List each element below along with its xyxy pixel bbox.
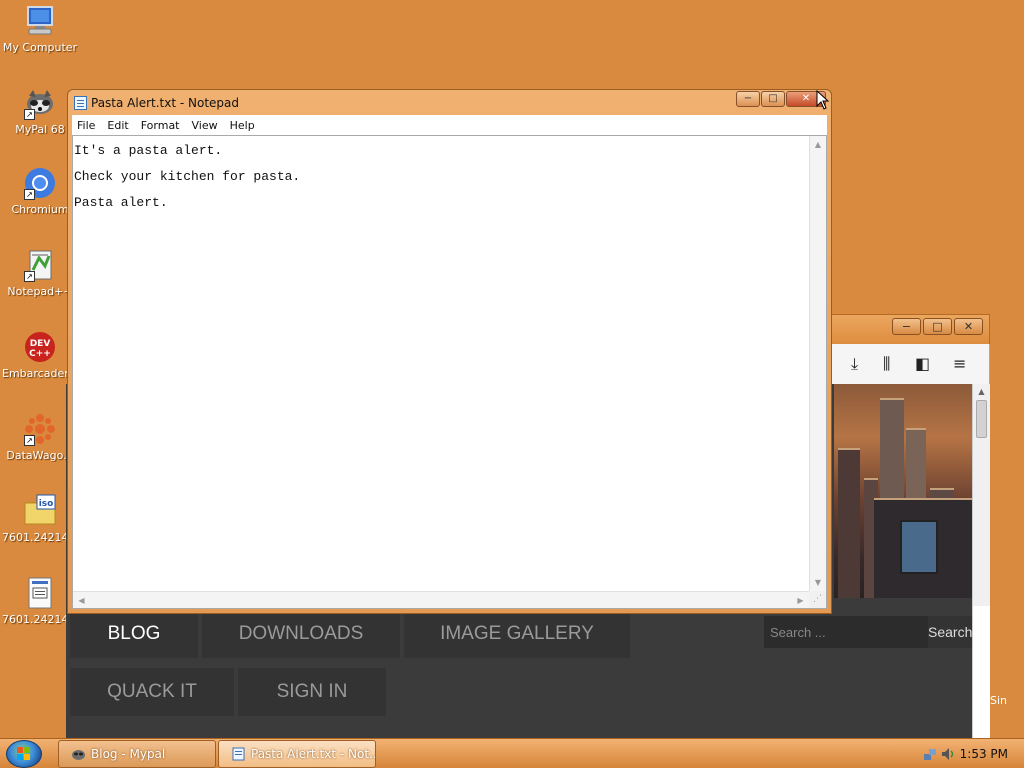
menu-bar: File Edit Format View Help [72,115,827,135]
side-text: Sin [990,694,1008,707]
chromium-icon: ↗ [23,166,57,200]
scroll-left-arrow-icon[interactable]: ◀ [73,592,90,609]
notepad-window[interactable]: Pasta Alert.txt - Notepad − □ ✕ File Edi… [67,89,832,614]
text-editor[interactable]: It's a pasta alert. Check your kitchen f… [72,135,827,609]
shortcut-arrow-icon: ↗ [24,271,35,282]
site-search-input[interactable] [764,616,928,648]
document-text[interactable]: It's a pasta alert. Check your kitchen f… [74,138,300,216]
nav-quack-it[interactable]: QUACK IT [70,668,234,716]
shortcut-arrow-icon: ↗ [24,189,35,200]
browser-scrollbar[interactable]: ▲ [972,384,990,740]
svg-text:iso: iso [39,499,54,509]
mypal-icon [72,750,85,760]
desktop-icon-label: My Computer [2,41,78,54]
svg-text:DEV: DEV [30,339,51,349]
volume-icon[interactable] [940,746,956,762]
mouse-cursor-icon [816,90,830,110]
nav-sign-in[interactable]: SIGN IN [238,668,386,716]
iso-file-icon: iso [23,494,57,528]
nav-downloads[interactable]: DOWNLOADS [202,610,400,658]
devcpp-icon: DEV C++ [23,330,57,364]
scroll-right-arrow-icon[interactable]: ▶ [792,592,809,609]
menu-file[interactable]: File [77,119,95,132]
datawagon-icon: ↗ [23,412,57,446]
taskbar-item-label: Blog - Mypal [91,747,166,761]
taskbar: Blog - Mypal Pasta Alert.txt - Not... 1:… [0,738,1024,768]
menu-view[interactable]: View [192,119,218,132]
scrollbar-thumb[interactable] [976,400,987,438]
scroll-up-arrow-icon[interactable]: ▲ [810,136,826,153]
window-title: Pasta Alert.txt - Notepad [91,96,240,110]
menu-icon[interactable]: ≡ [953,354,966,373]
shortcut-arrow-icon: ↗ [24,435,35,446]
browser-close-button[interactable]: ✕ [954,318,983,335]
taskbar-item-notepad[interactable]: Pasta Alert.txt - Not... [218,740,376,768]
shortcut-arrow-icon: ↗ [24,109,35,120]
scroll-down-arrow-icon[interactable]: ▼ [810,574,826,591]
taskbar-item-mypal[interactable]: Blog - Mypal [58,740,216,768]
vertical-scrollbar[interactable]: ▲ ▼ [809,136,826,591]
minimize-button[interactable]: − [736,91,760,107]
network-icon[interactable] [922,746,938,762]
taskbar-clock[interactable]: 1:53 PM [960,739,1008,768]
taskbar-item-label: Pasta Alert.txt - Not... [251,747,376,761]
maximize-button[interactable]: □ [761,91,785,107]
svg-text:C++: C++ [29,349,51,359]
notepadpp-icon: ↗ [23,248,57,282]
nav-image-gallery[interactable]: IMAGE GALLERY [404,610,630,658]
iso-document-icon [23,576,57,610]
notepad-title-bar[interactable]: Pasta Alert.txt - Notepad − □ ✕ [68,90,831,115]
desktop-icon-my-computer[interactable]: My Computer [2,4,78,54]
menu-help[interactable]: Help [230,119,255,132]
start-button[interactable] [6,740,42,768]
scroll-up-arrow-icon[interactable]: ▲ [973,384,990,400]
windows-logo-icon [17,747,30,760]
browser-minimize-button[interactable]: − [892,318,921,335]
download-icon[interactable]: ⤓ [851,354,858,374]
nav-blog[interactable]: BLOG [70,610,198,658]
raccoon-icon: ↗ [23,86,57,120]
browser-toolbar: ⤓ ⫼ ◧ ≡ [826,344,990,384]
browser-maximize-button[interactable]: □ [923,318,952,335]
hero-image [834,384,972,598]
system-tray: 1:53 PM [914,739,1024,768]
resize-grip-icon[interactable]: ⋰ [809,591,826,608]
billboard-screen [900,520,938,574]
computer-icon [23,4,57,38]
menu-format[interactable]: Format [141,119,180,132]
notepad-icon [74,96,87,110]
library-icon[interactable]: ⫼ [883,354,890,374]
browser-title-bar[interactable]: − □ ✕ [826,314,990,344]
menu-edit[interactable]: Edit [107,119,128,132]
horizontal-scrollbar[interactable]: ◀ ▶ [73,591,809,608]
site-search-button[interactable]: Search [928,616,972,648]
sidebar-icon[interactable]: ◧ [915,354,930,373]
notepad-icon [232,747,245,761]
